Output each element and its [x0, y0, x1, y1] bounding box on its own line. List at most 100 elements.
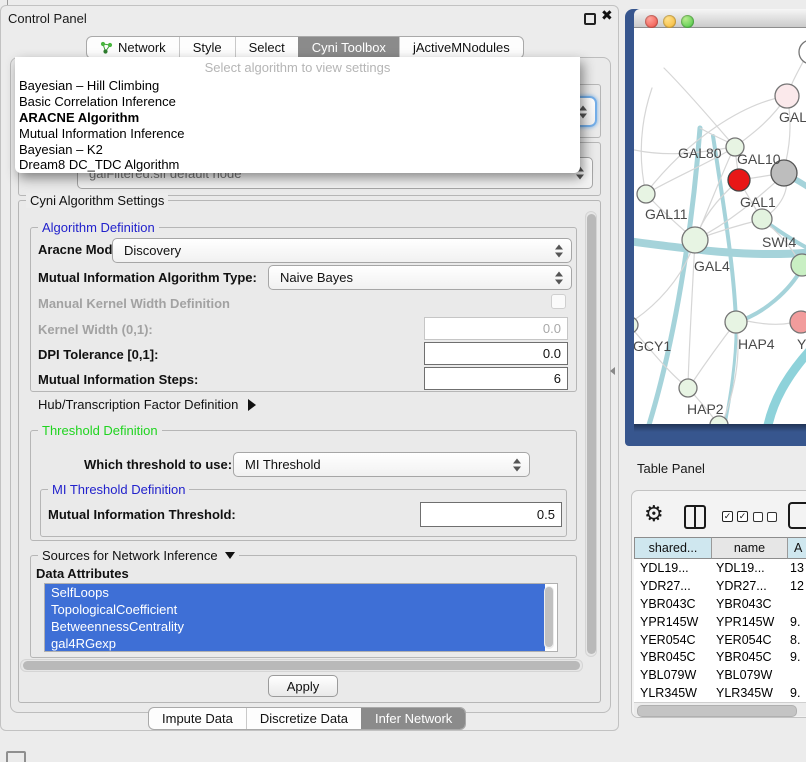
panel-divider-handle[interactable]	[606, 367, 615, 375]
column-header[interactable]: name	[712, 537, 788, 559]
network-node[interactable]	[752, 209, 772, 229]
sources-title-row[interactable]: Sources for Network Inference	[38, 548, 239, 563]
which-threshold-combobox[interactable]: MI Threshold	[233, 452, 530, 477]
hub-tf-definition-toggle[interactable]: Hub/Transcription Factor Definition	[38, 397, 262, 412]
mi-type-combobox[interactable]: Naive Bayes	[268, 265, 572, 290]
network-edge[interactable]	[736, 268, 802, 322]
data-attributes-list[interactable]: SelfLoopsTopologicalCoefficientBetweenne…	[44, 583, 558, 652]
network-node[interactable]	[682, 227, 708, 253]
mi-threshold-field[interactable]: 0.5	[420, 502, 562, 527]
tab-cyni-toolbox[interactable]: Cyni Toolbox	[298, 37, 399, 58]
network-node[interactable]	[637, 185, 655, 203]
close-window-icon[interactable]	[645, 15, 658, 28]
mi-type-label: Mutual Information Algorithm Type:	[38, 270, 257, 285]
table-options-icon[interactable]	[788, 502, 806, 529]
zoom-window-icon[interactable]	[681, 15, 694, 28]
table-row[interactable]: YER054CYER054C8.	[634, 631, 806, 649]
table-cell: YDL19...	[712, 559, 788, 577]
network-node[interactable]	[728, 169, 750, 191]
apply-button[interactable]: Apply	[268, 675, 338, 697]
network-node[interactable]	[634, 317, 638, 333]
scrollbar-thumb[interactable]	[637, 705, 797, 717]
column-header[interactable]: shared...	[634, 537, 712, 559]
minimize-window-icon[interactable]	[663, 15, 676, 28]
attribute-item[interactable]: TopologicalCoefficient	[45, 601, 545, 618]
docked-panel-icon[interactable]	[6, 751, 26, 762]
table-row[interactable]: YBL079WYBL079W	[634, 666, 806, 684]
table-row[interactable]: YPR145WYPR145W9.	[634, 613, 806, 631]
algorithm-option[interactable]: Bayesian – Hill Climbing	[15, 78, 580, 94]
algorithm-option[interactable]: Bayesian – K2	[15, 141, 580, 157]
manual-kernel-checkbox[interactable]	[551, 294, 566, 309]
network-node[interactable]	[799, 40, 806, 64]
window-shadow	[634, 424, 806, 432]
aracne-mode-value: Discovery	[124, 243, 181, 258]
mi-steps-field[interactable]: 6	[424, 367, 568, 390]
close-icon[interactable]: ✖	[601, 8, 613, 24]
node-label: SWI4	[762, 234, 796, 250]
collapse-arrow-icon	[225, 552, 235, 564]
network-icon	[100, 41, 113, 54]
tab-impute-data[interactable]: Impute Data	[149, 708, 246, 729]
tab-style[interactable]: Style	[179, 37, 235, 58]
tab-label: Infer Network	[375, 711, 452, 726]
table-row[interactable]: YDL19...YDL19...13	[634, 559, 806, 577]
algorithm-definition-title: Algorithm Definition	[38, 220, 159, 235]
tab-infer-network[interactable]: Infer Network	[361, 708, 465, 729]
network-node[interactable]	[790, 311, 806, 333]
tab-jactivemnodules[interactable]: jActiveMNodules	[399, 37, 523, 58]
table-horizontal-scrollbar[interactable]	[634, 702, 806, 716]
dpi-tolerance-field[interactable]: 0.0	[424, 342, 568, 365]
algorithm-option[interactable]: Basic Correlation Inference	[15, 94, 580, 110]
table-row[interactable]: YLR345WYLR345W9.	[634, 684, 806, 702]
network-node[interactable]	[775, 84, 799, 108]
manual-kernel-label: Manual Kernel Width Definition	[38, 296, 230, 311]
kernel-width-field[interactable]: 0.0	[424, 317, 568, 340]
network-edge[interactable]	[641, 88, 652, 194]
attribute-item[interactable]: gal4RGexp	[45, 635, 545, 652]
select-all-columns-button[interactable]: ✓ ✓	[722, 511, 748, 522]
table-cell: YDL19...	[634, 559, 712, 577]
deselect-all-columns-button[interactable]	[753, 512, 777, 522]
which-threshold-value: MI Threshold	[245, 457, 321, 472]
column-browser-icon[interactable]	[684, 505, 706, 529]
algorithm-option[interactable]: Mutual Information Inference	[15, 125, 580, 141]
network-edge[interactable]	[767, 346, 806, 424]
network-window-titlebar[interactable]	[634, 9, 806, 28]
cyni-mode-tabbar: Impute DataDiscretize Data Infer Network	[148, 707, 466, 730]
network-view-canvas[interactable]: GALGAL80GAL10GAL11GAL1SWI4GAL4GCY1HAP4YH…	[634, 28, 806, 424]
float-window-button[interactable]	[584, 13, 596, 25]
table-cell: 9.	[788, 613, 806, 631]
table-row[interactable]: YBR045CYBR045C9.	[634, 648, 806, 666]
table-cell	[788, 666, 806, 684]
column-header[interactable]: A	[788, 537, 806, 559]
table-row[interactable]: YBR043CYBR043C	[634, 595, 806, 613]
table-cell: 12	[788, 577, 806, 595]
network-node[interactable]	[679, 379, 697, 397]
network-edge[interactable]	[690, 322, 736, 386]
kernel-width-label: Kernel Width (0,1):	[38, 322, 153, 337]
scrollbar-thumb[interactable]	[587, 214, 596, 654]
attribute-item[interactable]: BetweennessCentrality	[45, 618, 545, 635]
settings-vertical-scrollbar[interactable]	[585, 211, 597, 657]
network-node[interactable]	[725, 311, 747, 333]
tab-network[interactable]: Network	[87, 37, 179, 58]
scrollbar-thumb[interactable]	[545, 587, 553, 647]
algorithm-option[interactable]: Dream8 DC_TDC Algorithm	[15, 157, 580, 173]
table-row[interactable]: YDR27...YDR27...12	[634, 577, 806, 595]
scrollbar-thumb[interactable]	[23, 661, 580, 670]
aracne-mode-combobox[interactable]: Discovery	[112, 238, 572, 263]
algorithm-option[interactable]: ARACNE Algorithm	[15, 110, 580, 126]
table-cell: YDR27...	[712, 577, 788, 595]
node-label: GAL11	[645, 206, 688, 222]
tab-discretize-data[interactable]: Discretize Data	[246, 708, 361, 729]
network-edge[interactable]	[713, 136, 736, 322]
list-vertical-scrollbar[interactable]	[544, 586, 554, 649]
network-edge[interactable]	[724, 322, 736, 424]
tab-select[interactable]: Select	[235, 37, 298, 58]
network-edge[interactable]	[747, 321, 791, 324]
gear-icon[interactable]: ⚙	[644, 502, 664, 528]
settings-horizontal-scrollbar[interactable]	[20, 659, 583, 672]
attribute-item[interactable]: SelfLoops	[45, 584, 545, 601]
node-label: GAL4	[694, 258, 730, 274]
